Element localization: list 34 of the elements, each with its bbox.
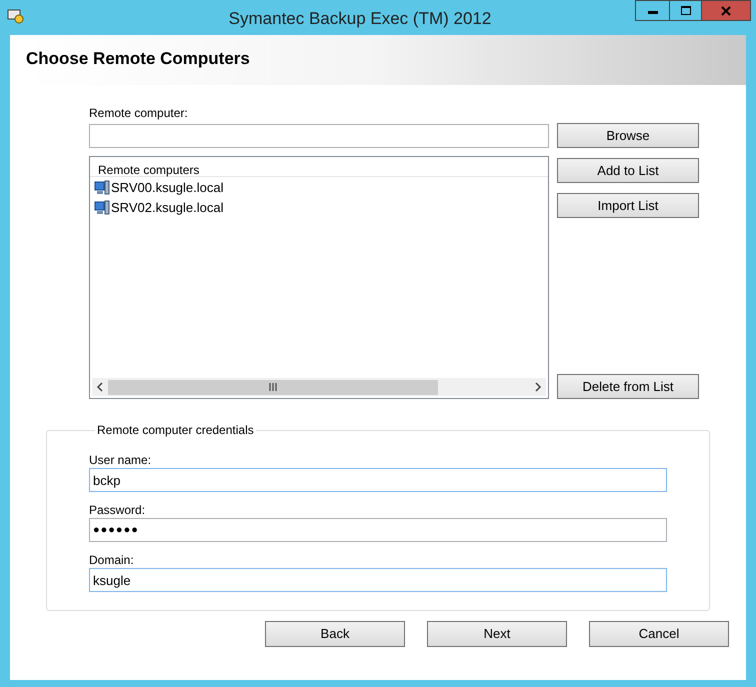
window-title: Symantec Backup Exec (TM) 2012 (228, 8, 492, 30)
field-label: Password: (89, 503, 146, 518)
column-header: Remote computers (90, 157, 548, 177)
field-label: Remote computer: (89, 106, 189, 122)
maximize-icon (680, 6, 690, 15)
minimize-button[interactable] (635, 0, 669, 21)
computer-icon (94, 200, 110, 216)
app-icon (7, 8, 25, 24)
push-button[interactable]: Import List (557, 193, 699, 218)
field-label: Domain: (89, 553, 134, 568)
computer-icon (94, 180, 110, 196)
push-button[interactable]: Browse (557, 123, 699, 148)
grip-icon (268, 383, 278, 391)
password-field[interactable]: ●●●●●● (89, 518, 667, 542)
list-item[interactable]: SRV02.ksugle.local (94, 198, 226, 218)
horizontal-scrollbar[interactable] (92, 378, 546, 396)
list-item[interactable]: SRV00.ksugle.local (94, 178, 226, 198)
push-button[interactable]: Cancel (589, 621, 729, 647)
remote-computer-field[interactable] (89, 124, 549, 148)
computer-list[interactable]: Remote computers SRV00.ksugle.local SRV02.ksugle.local (89, 156, 549, 399)
push-button[interactable]: Next (427, 621, 567, 647)
page-title: Choose Remote Computers (26, 48, 250, 70)
text-field[interactable]: ksugle (89, 568, 667, 592)
push-button[interactable]: Back (265, 621, 405, 647)
minimize-icon (648, 11, 658, 14)
maximize-button[interactable] (669, 0, 701, 21)
scrollbar-thumb[interactable] (108, 380, 438, 394)
close-icon (721, 6, 731, 16)
close-button[interactable] (701, 0, 751, 21)
push-button[interactable]: Delete from List (557, 374, 699, 399)
text-field[interactable]: bckp (89, 468, 667, 492)
field-label: User name: (89, 453, 152, 468)
group-legend: Remote computer credentials (95, 421, 256, 439)
push-button[interactable]: Add to List (557, 158, 699, 183)
